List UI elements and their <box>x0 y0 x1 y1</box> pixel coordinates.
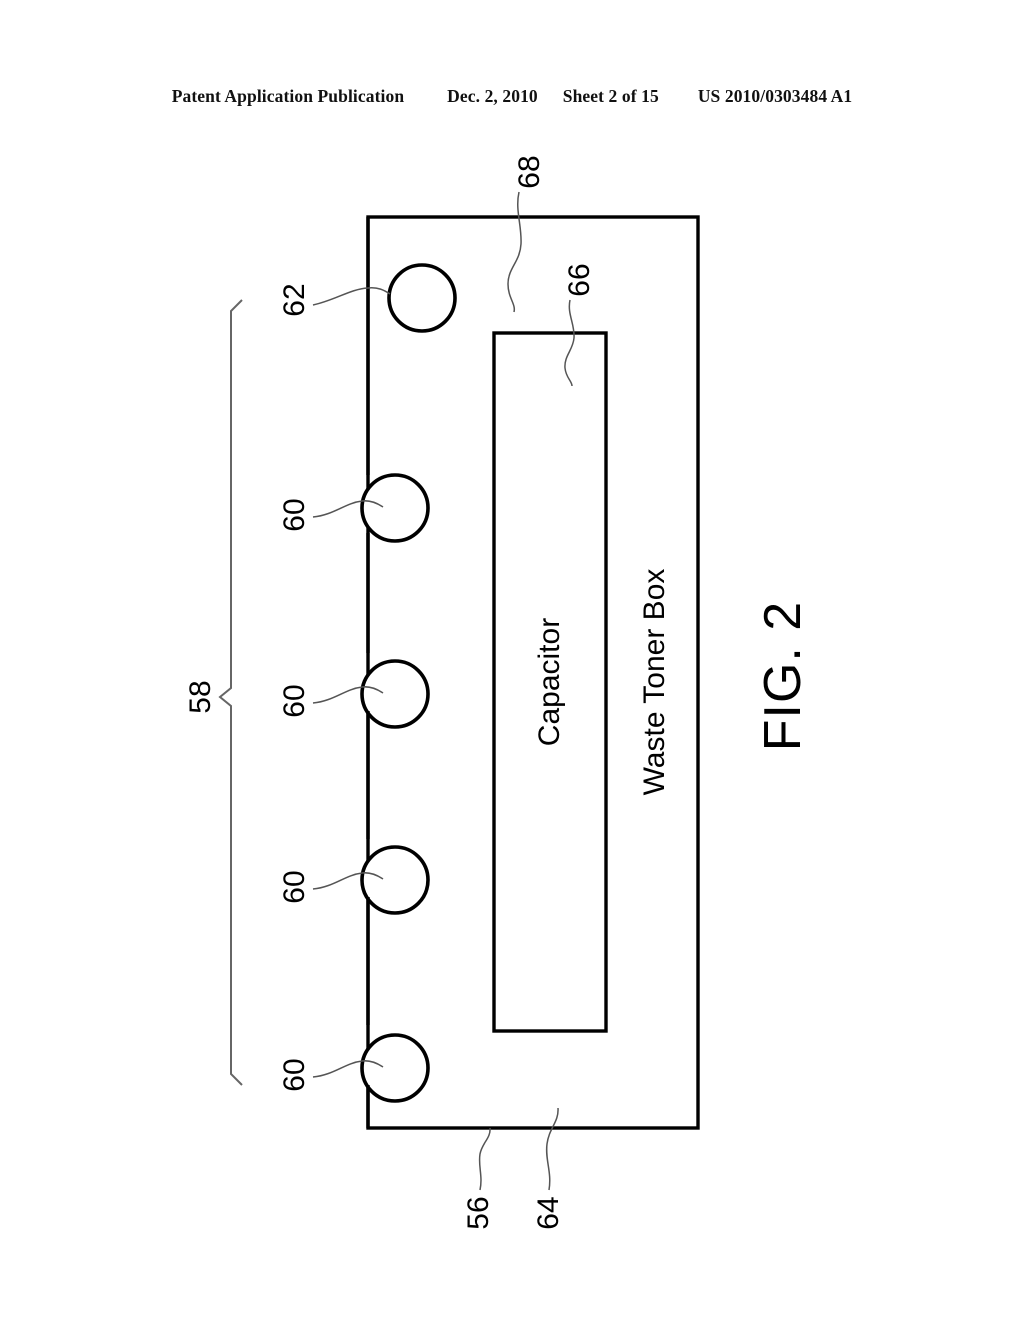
reference-numeral-62: 62 <box>278 283 311 317</box>
circle-60-d <box>360 1033 430 1103</box>
capacitor-box-label: Capacitor <box>533 617 566 747</box>
waste-toner-box-label: Waste Toner Box <box>638 568 671 796</box>
reference-numeral-64: 64 <box>532 1196 565 1230</box>
leader-line-66 <box>564 299 575 387</box>
circle-60-c <box>360 845 430 915</box>
bracket-58 <box>218 299 243 1086</box>
circle-60-a <box>360 473 430 543</box>
reference-numeral-60-b: 60 <box>278 684 311 718</box>
figure-caption: FIG. 2 <box>754 600 812 752</box>
reference-numeral-66: 66 <box>563 263 596 297</box>
leader-line-64 <box>545 1107 559 1191</box>
patent-figure-drawing <box>0 0 1024 1320</box>
reference-numeral-60-c: 60 <box>278 870 311 904</box>
leader-line-62 <box>312 287 391 306</box>
reference-numeral-58: 58 <box>184 680 217 714</box>
reference-numeral-60-a: 60 <box>278 498 311 532</box>
circle-62 <box>387 263 457 333</box>
leader-line-68 <box>507 191 522 313</box>
reference-numeral-56: 56 <box>462 1196 495 1230</box>
reference-numeral-60-d: 60 <box>278 1058 311 1092</box>
reference-numeral-68: 68 <box>513 155 546 189</box>
leader-line-56 <box>478 1127 491 1191</box>
circle-60-b <box>360 659 430 729</box>
